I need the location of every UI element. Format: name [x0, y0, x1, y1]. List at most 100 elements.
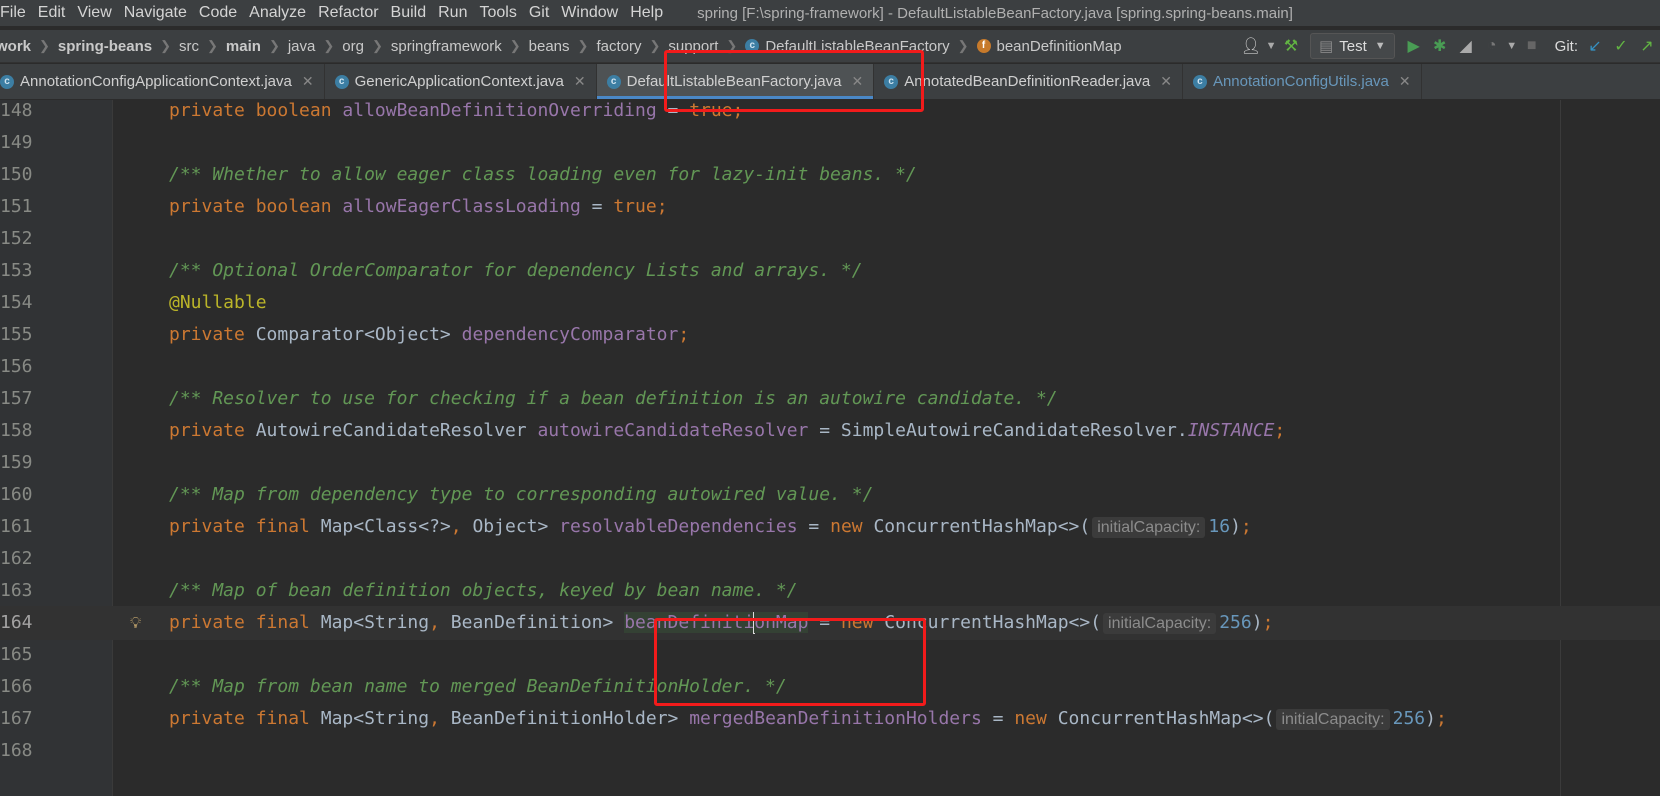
close-icon[interactable]: ✕	[574, 73, 586, 90]
breadcrumb-item[interactable]: src	[179, 38, 199, 55]
git-update-icon[interactable]: ↙	[1582, 33, 1608, 59]
class-icon: c	[334, 74, 349, 89]
menu-code[interactable]: Code	[193, 4, 243, 22]
editor-tab[interactable]: c AnnotationConfigApplicationContext.java…	[0, 64, 325, 99]
menu-window[interactable]: Window	[555, 4, 624, 22]
close-icon[interactable]: ✕	[302, 73, 314, 90]
menu-edit[interactable]: Edit	[32, 4, 72, 22]
breadcrumb-item[interactable]: org	[342, 38, 364, 55]
close-icon[interactable]: ✕	[851, 73, 863, 90]
close-icon[interactable]: ✕	[1399, 73, 1411, 90]
code-text: /** Map of bean definition objects, keye…	[169, 574, 798, 608]
code-text: private final Map<String, BeanDefinition…	[169, 702, 1447, 737]
breadcrumb-item[interactable]: springframework	[391, 38, 502, 55]
breadcrumb-item[interactable]: java	[288, 38, 316, 55]
lightbulb-icon[interactable]: 💡︎	[130, 606, 141, 640]
code-token: BeanDefinition>	[450, 612, 625, 633]
chevron-right-icon: ❯	[39, 38, 50, 53]
code-token: = SimpleAutowireCandidateResolver.	[808, 420, 1188, 441]
build-hammer-icon[interactable]: ⚒	[1278, 33, 1304, 59]
class-icon: c	[606, 74, 621, 89]
code-line[interactable]: 149	[0, 126, 1660, 160]
code-line[interactable]: 158 private AutowireCandidateResolver aut…	[0, 414, 1660, 448]
menu-tools[interactable]: Tools	[473, 4, 522, 22]
line-number: 163	[0, 580, 33, 601]
code-line[interactable]: 151 private boolean allowEagerClassLoadin…	[0, 190, 1660, 224]
menu-run[interactable]: Run	[432, 4, 473, 22]
code-text: private boolean allowEagerClassLoading =…	[169, 190, 668, 224]
debug-icon[interactable]: ✱	[1427, 33, 1453, 59]
menu-analyze[interactable]: Analyze	[243, 4, 312, 22]
code-line[interactable]: 166 /** Map from bean name to merged Bean…	[0, 670, 1660, 704]
chevron-right-icon: ❯	[160, 38, 172, 53]
code-token: ;	[1274, 420, 1286, 441]
chevron-right-icon: ❯	[371, 38, 383, 53]
code-line[interactable]: 168	[0, 734, 1660, 768]
breadcrumb-item[interactable]: f beanDefinitionMap	[976, 38, 1122, 55]
code-token: Map<String	[320, 612, 430, 633]
git-commit-icon[interactable]: ✓	[1608, 33, 1634, 59]
line-number: 150	[0, 164, 33, 185]
close-icon[interactable]: ✕	[1160, 73, 1172, 90]
code-line[interactable]: 160 /** Map from dependency type to corre…	[0, 478, 1660, 512]
code-line[interactable]: 162	[0, 542, 1660, 576]
breadcrumb-item[interactable]: spring-beans	[58, 38, 152, 55]
code-token: private	[169, 420, 256, 441]
toolbar: 👤︎ ▼ ⚒ ▤ Test ▼ ▶ ✱ ◢ ◔ ▼ ■ Git: ↙ ✓ ↗	[1238, 30, 1660, 62]
editor-tab[interactable]: c DefaultListableBeanFactory.java ✕	[596, 64, 875, 99]
run-icon[interactable]: ▶	[1401, 33, 1427, 59]
chevron-down-icon[interactable]: ▼	[1264, 33, 1278, 59]
code-token: /** Map of bean definition objects, keye…	[169, 580, 798, 601]
git-label: Git:	[1554, 37, 1578, 55]
chevron-right-icon: ❯	[207, 38, 218, 53]
code-token: ConcurrentHashMap<>(	[873, 516, 1091, 537]
editor-tab[interactable]: c AnnotationConfigUtils.java ✕	[1183, 64, 1422, 99]
code-line[interactable]: 154 @Nullable	[0, 286, 1660, 320]
code-line[interactable]: 159	[0, 446, 1660, 480]
menu-navigate[interactable]: Navigate	[118, 4, 193, 22]
code-line[interactable]: 153 /** Optional OrderComparator for depe…	[0, 254, 1660, 288]
code-line[interactable]: 167 private final Map<String, BeanDefinit…	[0, 702, 1660, 736]
code-token: ;	[1262, 612, 1274, 633]
code-line[interactable]: 148 private boolean allowBeanDefinitionOv…	[0, 100, 1660, 128]
breadcrumb-item[interactable]: work	[0, 38, 31, 55]
code-line[interactable]: 161 private final Map<Class<?>, Object> r…	[0, 510, 1660, 544]
line-number: 164	[0, 612, 33, 633]
editor-tab[interactable]: c AnnotatedBeanDefinitionReader.java ✕	[874, 64, 1183, 99]
profile-icon[interactable]: ◔	[1479, 33, 1505, 59]
menu-help[interactable]: Help	[624, 4, 669, 22]
code-token: /** Resolver to use for checking if a be…	[169, 388, 1058, 409]
parameter-hint: initialCapacity:	[1092, 517, 1206, 538]
code-line[interactable]: 157 /** Resolver to use for checking if a…	[0, 382, 1660, 416]
code-token: ConcurrentHashMap<>(	[1057, 708, 1275, 729]
code-token: private	[169, 708, 256, 729]
git-push-icon[interactable]: ↗	[1634, 33, 1660, 59]
menu-git[interactable]: Git	[523, 4, 555, 22]
code-line[interactable]: 165	[0, 638, 1660, 672]
run-configuration-select[interactable]: ▤ Test ▼	[1310, 33, 1395, 59]
code-token: private	[169, 612, 256, 633]
coverage-icon[interactable]: ◢	[1453, 33, 1479, 59]
code-editor[interactable]: 148 private boolean allowBeanDefinitionOv…	[0, 100, 1660, 796]
code-line[interactable]: 156	[0, 350, 1660, 384]
breadcrumb-item[interactable]: factory	[596, 38, 641, 55]
code-line[interactable]: 155 private Comparator<Object> dependency…	[0, 318, 1660, 352]
menu-build[interactable]: Build	[385, 4, 433, 22]
code-line[interactable]: 163 /** Map of bean definition objects, k…	[0, 574, 1660, 608]
menu-refactor[interactable]: Refactor	[312, 4, 384, 22]
menu-view[interactable]: View	[71, 4, 117, 22]
stop-icon[interactable]: ■	[1519, 33, 1545, 59]
menu-file[interactable]: File	[0, 4, 32, 22]
line-number: 155	[0, 324, 33, 345]
user-icon[interactable]: 👤︎	[1238, 33, 1264, 59]
breadcrumb-item[interactable]: main	[226, 38, 261, 55]
editor-tab[interactable]: c GenericApplicationContext.java ✕	[325, 64, 597, 99]
chevron-down-icon[interactable]: ▼	[1505, 33, 1519, 59]
code-line[interactable]: 150 /** Whether to allow eager class load…	[0, 158, 1660, 192]
code-line[interactable]: 164 💡︎ private final Map<String, BeanDefin…	[0, 606, 1660, 640]
breadcrumb-item[interactable]: support	[668, 38, 718, 55]
code-line[interactable]: 152	[0, 222, 1660, 256]
breadcrumb-item[interactable]: beans	[529, 38, 570, 55]
chevron-right-icon: ❯	[509, 38, 521, 53]
breadcrumb-item[interactable]: c DefaultListableBeanFactory	[745, 38, 950, 55]
